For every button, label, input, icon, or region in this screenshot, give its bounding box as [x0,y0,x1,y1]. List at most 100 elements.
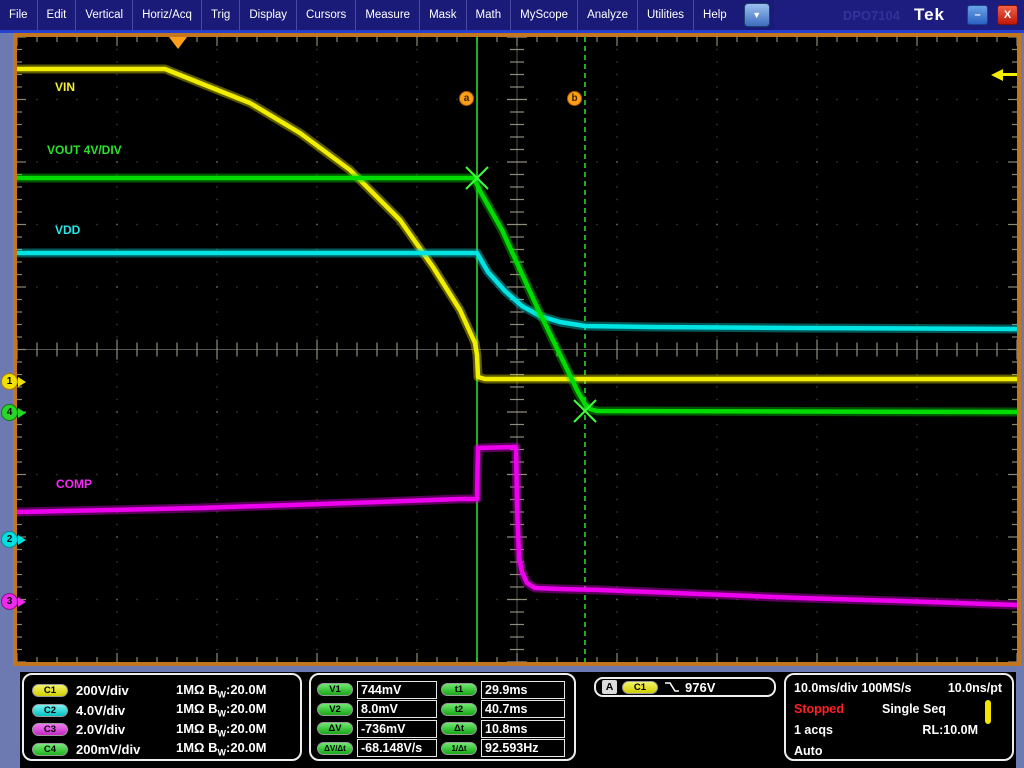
record-length: RL:10.0M [922,723,978,737]
v2-value: 8.0mV [357,700,437,718]
channel3-badge[interactable]: C3 [32,723,68,736]
readout-v2: V2 8.0mV [317,700,441,720]
waveform-display[interactable] [17,37,1017,662]
v1-badge[interactable]: V1 [317,683,353,696]
menu-help[interactable]: Help [694,0,736,30]
tek-logo: Tek [914,5,945,25]
falling-edge-icon [664,680,680,694]
delta-t-badge[interactable]: Δt [441,722,477,735]
menu-display[interactable]: Display [240,0,297,30]
t1-badge[interactable]: t1 [441,683,477,696]
menu-cursors[interactable]: Cursors [297,0,356,30]
menu-trig[interactable]: Trig [202,0,240,30]
v2-badge[interactable]: V2 [317,703,353,716]
readout-freq: 1/Δt 92.593Hz [441,739,570,759]
channel2-impedance-bw: 1MΩ BW:20.0M [176,701,292,719]
menu-math[interactable]: Math [467,0,512,30]
title-bar: DPO7104 Tek – X [774,0,1024,30]
trigger-source-badge: C1 [622,681,658,694]
minimize-button[interactable]: – [967,5,988,25]
slew-value: -68.148V/s [357,739,437,757]
channel3-row: C3 2.0V/div 1MΩ BW:20.0M [32,720,292,740]
menu-analyze[interactable]: Analyze [578,0,638,30]
t1-value: 29.9ms [481,681,565,699]
channel2-scale: 4.0V/div [76,703,125,718]
channel3-ref-marker[interactable]: 3 [1,593,26,610]
readout-t1: t1 29.9ms [441,680,570,700]
trigger-position-marker[interactable] [169,37,187,49]
menu-horiz-acq[interactable]: Horiz/Acq [133,0,202,30]
trigger-readout[interactable]: A C1 976V [594,677,776,697]
cursor-a-label[interactable]: a [459,91,474,106]
menu-myscope[interactable]: MyScope [511,0,578,30]
v1-value: 744mV [357,681,437,699]
t2-badge[interactable]: t2 [441,703,477,716]
readout-delta-t: Δt 10.8ms [441,719,570,739]
channel3-ref-number: 3 [1,593,18,610]
trace-label-vdd: VDD [55,223,80,237]
menu-vertical[interactable]: Vertical [76,0,133,30]
resolution-value: 10.0ns/pt [948,681,1002,695]
cursor-readout-panel: V1 744mV t1 29.9ms V2 8.0mV t2 40.7ms ΔV… [309,673,576,761]
acquisition-mode: Single Seq [882,702,946,716]
delta-v-badge[interactable]: ΔV [317,722,353,735]
menu-measure[interactable]: Measure [356,0,420,30]
channel1-impedance-bw: 1MΩ BW:20.0M [176,682,292,700]
channel4-impedance-bw: 1MΩ BW:20.0M [176,740,292,758]
channel4-row: C4 200mV/div 1MΩ BW:20.0M [32,740,292,760]
channel-settings-panel: C1 200V/div 1MΩ BW:20.0M C2 4.0V/div 1MΩ… [22,673,302,761]
channel1-row: C1 200V/div 1MΩ BW:20.0M [32,681,292,701]
run-state: Stopped [794,702,844,716]
acq-count: 1 acqs [794,723,833,737]
freq-badge[interactable]: 1/Δt [441,742,477,755]
channel1-scale: 200V/div [76,683,129,698]
trigger-mode: Auto [794,744,822,758]
channel4-ref-arrow-icon [18,408,26,418]
readout-t2: t2 40.7ms [441,700,570,720]
channel2-ref-arrow-icon [18,535,26,545]
channel1-ref-number: 1 [1,373,18,390]
channel3-scale: 2.0V/div [76,722,125,737]
channel4-scale: 200mV/div [76,742,140,757]
oscilloscope-screen: File Edit Vertical Horiz/Acq Trig Displa… [0,0,1024,768]
trigger-bus-badge: A [602,680,617,694]
model-name: DPO7104 [843,8,900,23]
menu-bar: File Edit Vertical Horiz/Acq Trig Displa… [0,0,1024,30]
acquisition-status-panel: 10.0ms/div 100MS/s 10.0ns/pt Stopped Sin… [784,673,1014,761]
readout-slew: ΔV/Δt -68.148V/s [317,739,441,759]
channel4-ref-number: 4 [1,404,18,421]
menu-edit[interactable]: Edit [38,0,77,30]
readout-v1: V1 744mV [317,680,441,700]
cursor-b-label[interactable]: b [567,91,582,106]
channel2-ref-marker[interactable]: 2 [1,531,26,548]
timebase-row: 10.0ms/div 100MS/s 10.0ns/pt [794,681,1004,697]
trace-label-vin: VIN [55,80,75,94]
channel1-ref-marker[interactable]: 1 [1,373,26,390]
slew-badge[interactable]: ΔV/Δt [317,742,353,755]
channel1-ref-arrow-icon [18,377,26,387]
channel2-ref-number: 2 [1,531,18,548]
channel1-badge[interactable]: C1 [32,684,68,697]
timebase-value: 10.0ms/div 100MS/s [794,681,911,695]
trigger-level-bar [1002,73,1017,76]
channel4-ref-marker[interactable]: 4 [1,404,26,421]
channel2-badge[interactable]: C2 [32,704,68,717]
menu-mask[interactable]: Mask [420,0,466,30]
delta-t-value: 10.8ms [481,720,565,738]
chevron-down-icon: ▼ [752,10,761,20]
channel4-badge[interactable]: C4 [32,743,68,756]
trace-label-comp: COMP [56,477,92,491]
channel3-impedance-bw: 1MΩ BW:20.0M [176,721,292,739]
thermometer-icon [985,700,991,724]
close-button[interactable]: X [997,5,1018,25]
freq-value: 92.593Hz [481,739,565,757]
readout-delta-v: ΔV -736mV [317,719,441,739]
menu-utilities[interactable]: Utilities [638,0,694,30]
menu-overflow-dropdown-button[interactable]: ▼ [744,3,770,27]
trigger-level-value: 976V [685,680,715,695]
menu-file[interactable]: File [0,0,38,30]
trace-label-vout: VOUT 4V/DIV [47,143,122,157]
run-state-row: Stopped Single Seq [794,702,1004,718]
channel3-ref-arrow-icon [18,597,26,607]
t2-value: 40.7ms [481,700,565,718]
